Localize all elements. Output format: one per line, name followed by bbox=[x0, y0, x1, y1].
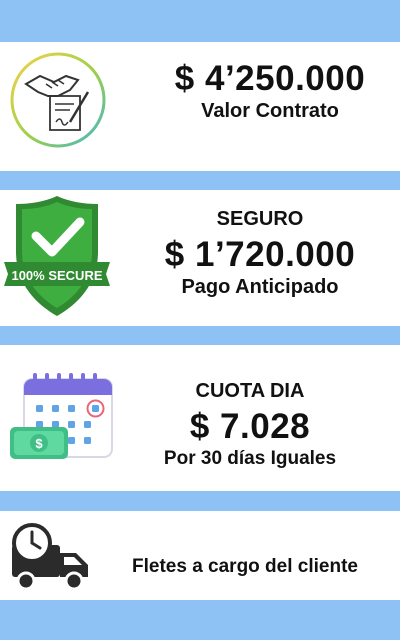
delivery-truck-clock-icon bbox=[12, 523, 88, 591]
shipping-text: Fletes a cargo del cliente bbox=[102, 555, 388, 579]
daily-fee-title: CUOTA DIA bbox=[195, 380, 305, 402]
calendar-money-icon: $ bbox=[10, 373, 113, 459]
contract-text: $ 4’250.000 Valor Contrato bbox=[140, 59, 400, 123]
contract-label: Valor Contrato bbox=[201, 100, 339, 122]
daily-fee-label: Por 30 días Iguales bbox=[163, 448, 337, 469]
svg-text:$: $ bbox=[35, 436, 43, 451]
daily-fee-card: $ CUOTA DIA $ 7.028 Por 30 días Iguales bbox=[0, 345, 400, 491]
secure-shield-icon: 100% SECURE bbox=[4, 196, 110, 316]
daily-fee-text: CUOTA DIA $ 7.028 Por 30 días Iguales bbox=[120, 379, 380, 471]
contract-amount: $ 4’250.000 bbox=[174, 59, 366, 98]
contract-card: $ 4’250.000 Valor Contrato bbox=[0, 42, 400, 171]
insurance-amount: $ 1’720.000 bbox=[164, 235, 356, 274]
insurance-title: SEGURO bbox=[216, 208, 304, 230]
insurance-text: SEGURO $ 1’720.000 Pago Anticipado bbox=[120, 207, 400, 299]
insurance-card: 100% SECURE SEGURO $ 1’720.000 Pago Anti… bbox=[0, 190, 400, 326]
shipping-card: Fletes a cargo del cliente bbox=[0, 511, 400, 600]
insurance-label: Pago Anticipado bbox=[181, 276, 339, 298]
daily-fee-amount: $ 7.028 bbox=[189, 407, 311, 446]
shipping-label: Fletes a cargo del cliente bbox=[132, 556, 358, 577]
secure-badge-text: 100% SECURE bbox=[11, 268, 102, 283]
handshake-contract-icon bbox=[10, 52, 106, 148]
